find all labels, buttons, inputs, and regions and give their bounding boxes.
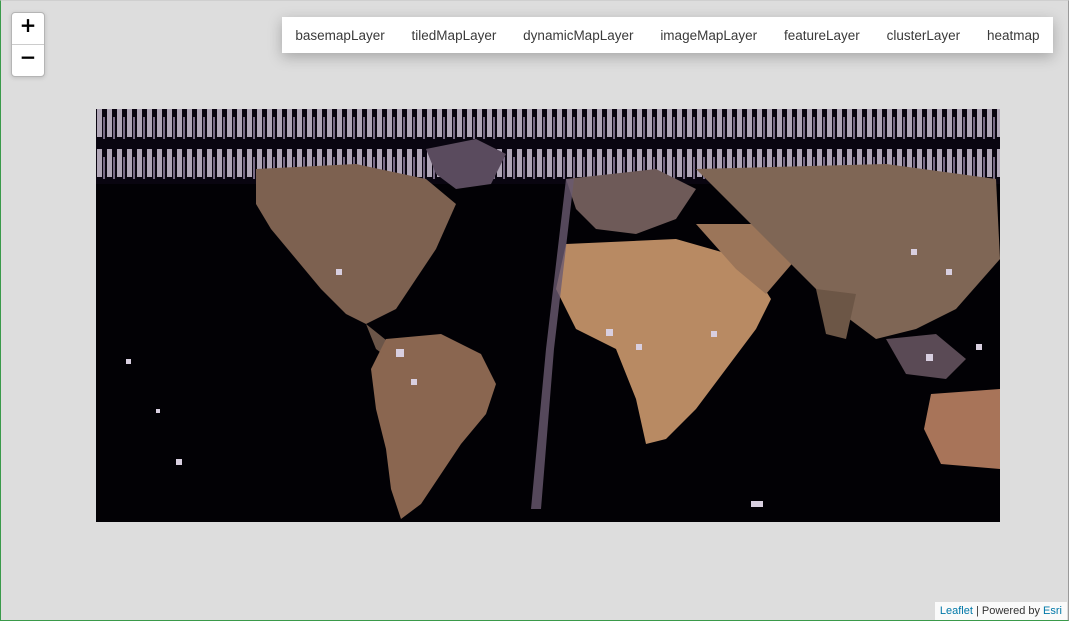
satellite-image-layer[interactable] [96,109,1000,522]
layer-heatmap[interactable]: heatmap [983,28,1044,43]
world-map-icon [96,109,1000,519]
layer-tiled[interactable]: tiledMapLayer [408,28,501,43]
esri-link[interactable]: Esri [1043,605,1062,617]
layer-cluster[interactable]: clusterLayer [883,28,965,43]
leaflet-link[interactable]: Leaflet [940,605,973,617]
layer-menu: basemapLayer tiledMapLayer dynamicMapLay… [282,17,1053,53]
zoom-out-button[interactable]: − [12,45,44,76]
layer-image[interactable]: imageMapLayer [656,28,761,43]
layer-feature[interactable]: featureLayer [780,28,864,43]
attribution-text: | Powered by [972,605,1044,617]
zoom-in-button[interactable]: + [12,13,44,45]
layer-dynamic[interactable]: dynamicMapLayer [519,28,637,43]
zoom-control: + − [11,12,45,77]
attribution-bar: Leaflet | Powered by Esri [934,602,1067,620]
layer-basemap[interactable]: basemapLayer [291,28,388,43]
